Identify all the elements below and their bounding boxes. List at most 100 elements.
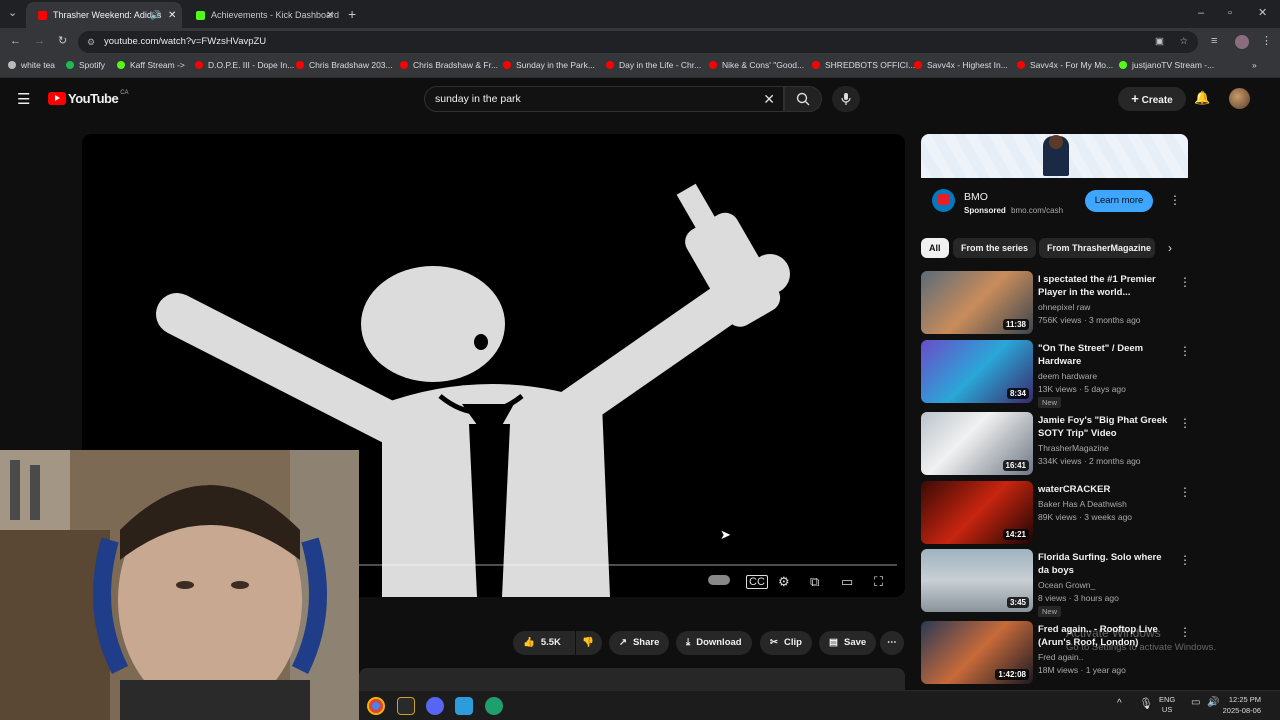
app-icon-dark[interactable]	[397, 697, 415, 715]
fullscreen-icon[interactable]: ⛶	[874, 574, 883, 590]
browser-menu-icon[interactable]: ⋮	[1261, 36, 1272, 47]
tab-search-icon[interactable]: ⌄	[8, 8, 17, 19]
dislike-button[interactable]: 👎	[576, 631, 602, 655]
video-more-icon[interactable]: ⋮	[1179, 553, 1191, 567]
youtube-logo[interactable]: YouTube CA	[48, 90, 129, 106]
bookmark-star-icon[interactable]: ☆	[1179, 31, 1188, 53]
install-icon[interactable]: ▣	[1155, 31, 1164, 53]
ad-more-icon[interactable]: ⋮	[1169, 193, 1181, 207]
back-icon[interactable]: ←	[10, 36, 21, 47]
channel-name[interactable]: ohnepixel raw	[1038, 302, 1090, 312]
tab-kick[interactable]: Achievements - Kick Dashboard ✕	[184, 2, 342, 28]
bookmark-item[interactable]: Chris Bradshaw 203...	[296, 60, 393, 70]
channel-name[interactable]: Baker Has A Deathwish	[1038, 499, 1127, 509]
video-thumbnail[interactable]: 16:41	[921, 412, 1033, 475]
video-title[interactable]: waterCRACKER	[1038, 483, 1168, 496]
minimize-icon[interactable]: –	[1198, 8, 1204, 19]
maximize-icon[interactable]: ▫	[1228, 8, 1232, 19]
chip-all[interactable]: All	[921, 238, 949, 258]
bookmark-item[interactable]: Kaff Stream ->	[117, 60, 185, 70]
video-more-icon[interactable]: ⋮	[1179, 625, 1191, 639]
clock[interactable]: 12:25 PM 2025-08-06	[1221, 694, 1261, 716]
recommended-video[interactable]: 3:45 Florida Surfing. Solo where da boys O…	[921, 549, 1191, 617]
tray-mic-icon[interactable]: 🎙	[1139, 697, 1153, 710]
speaker-icon[interactable]: 🔊	[150, 10, 161, 21]
clear-search-icon[interactable]: ✕	[763, 87, 775, 111]
account-avatar[interactable]	[1229, 88, 1250, 109]
recommended-video[interactable]: 8:34 "On The Street" / Deem Hardware deem …	[921, 340, 1191, 408]
bookmark-item[interactable]: Savv4x - Highest In...	[914, 60, 1008, 70]
tab-thrasher[interactable]: Thrasher Weekend: Adidas 🔊 ✕	[26, 2, 182, 28]
share-button[interactable]: ↗ Share	[609, 631, 670, 655]
bookmark-item[interactable]: justjanoTV Stream -...	[1119, 60, 1214, 70]
video-title[interactable]: I spectated the #1 Premier Player in the…	[1038, 273, 1168, 299]
description-box[interactable]	[359, 668, 905, 690]
media-icon[interactable]: ≡	[1211, 36, 1217, 47]
channel-name[interactable]: deem hardware	[1038, 371, 1097, 381]
chip-from-the-series[interactable]: From the series	[953, 238, 1037, 258]
reload-icon[interactable]: ↻	[58, 36, 67, 47]
recommended-video[interactable]: 14:21 waterCRACKER Baker Has A Deathwish 89…	[921, 481, 1191, 545]
bookmark-item[interactable]: Chris Bradshaw & Fr...	[400, 60, 498, 70]
tray-chevron-icon[interactable]: ^	[1117, 698, 1122, 709]
volume-icon[interactable]: 🔊	[1207, 697, 1219, 708]
video-more-icon[interactable]: ⋮	[1179, 485, 1191, 499]
recommended-video[interactable]: 16:41 Jamie Foy's "Big Phat Greek SOTY Tr…	[921, 412, 1191, 476]
theater-mode-icon[interactable]: ▭	[841, 574, 853, 590]
miniplayer-icon[interactable]: ⧉	[810, 574, 819, 590]
recommended-video[interactable]: 11:38 I spectated the #1 Premier Player i…	[921, 271, 1191, 335]
video-thumbnail[interactable]: 3:45	[921, 549, 1033, 612]
bookmark-item[interactable]: D.O.P.E. III - Dope In...	[195, 60, 294, 70]
video-more-icon[interactable]: ⋮	[1179, 275, 1191, 289]
notifications-bell-icon[interactable]: 🔔	[1194, 90, 1210, 106]
close-window-icon[interactable]: ✕	[1258, 8, 1267, 19]
app-icon-f[interactable]	[455, 697, 473, 715]
autoplay-toggle[interactable]	[708, 575, 730, 585]
bookmark-item[interactable]: SHREDBOTS OFFICI...	[812, 60, 915, 70]
download-button[interactable]: ⤓ Download	[676, 631, 752, 655]
network-icon[interactable]: ▭	[1191, 697, 1200, 708]
video-thumbnail[interactable]: 11:38	[921, 271, 1033, 334]
video-thumbnail[interactable]: 1:42:08	[921, 621, 1033, 684]
video-title[interactable]: Florida Surfing. Solo where da boys	[1038, 551, 1168, 577]
save-button[interactable]: ▤ Save	[819, 631, 877, 655]
bookmark-item[interactable]: white tea	[8, 60, 55, 70]
url-input[interactable]: ⚙ youtube.com/watch?v=FWzsHVavpZU ▣ ☆	[78, 31, 1198, 53]
bookmark-item[interactable]: Nike & Cons' "Good...	[709, 60, 804, 70]
discord-app-icon[interactable]	[426, 697, 444, 715]
video-thumbnail[interactable]: 14:21	[921, 481, 1033, 544]
forward-icon[interactable]: →	[34, 36, 45, 47]
learn-more-button[interactable]: Learn more	[1085, 190, 1153, 212]
new-tab-button[interactable]: +	[348, 7, 356, 21]
video-more-icon[interactable]: ⋮	[1179, 416, 1191, 430]
video-title[interactable]: Jamie Foy's "Big Phat Greek SOTY Trip" V…	[1038, 414, 1168, 440]
chip-from-thrashermagazine[interactable]: From ThrasherMagazine	[1039, 238, 1155, 258]
chips-next-icon[interactable]: ›	[1168, 241, 1172, 255]
like-button[interactable]: 👍 5.5K	[513, 631, 575, 655]
bookmark-item[interactable]: Sunday in the Park...	[503, 60, 595, 70]
create-button[interactable]: + Create	[1118, 87, 1186, 111]
profile-avatar[interactable]	[1235, 35, 1249, 49]
hamburger-menu-icon[interactable]: ☰	[17, 90, 30, 108]
channel-name[interactable]: ThrasherMagazine	[1038, 443, 1109, 453]
bookmark-item[interactable]: Spotify	[66, 60, 105, 70]
bookmarks-overflow-icon[interactable]: »	[1252, 60, 1257, 70]
search-button[interactable]	[784, 86, 822, 112]
search-input[interactable]: sunday in the park ✕	[424, 86, 784, 112]
chrome-app-icon[interactable]	[367, 697, 385, 715]
bookmark-item[interactable]: Day in the Life - Chr...	[606, 60, 701, 70]
video-more-icon[interactable]: ⋮	[1179, 344, 1191, 358]
close-tab-icon[interactable]: ✕	[326, 10, 334, 21]
close-tab-icon[interactable]: ✕	[168, 10, 176, 21]
voice-search-button[interactable]	[832, 86, 860, 112]
captions-icon[interactable]: CC	[746, 575, 768, 589]
video-thumbnail[interactable]: 8:34	[921, 340, 1033, 403]
bookmark-item[interactable]: Savv4x - For My Mo...	[1017, 60, 1113, 70]
settings-gear-icon[interactable]: ⚙	[778, 574, 790, 590]
channel-name[interactable]: Ocean Grown_	[1038, 580, 1095, 590]
channel-name[interactable]: Fred again..	[1038, 652, 1083, 662]
more-actions-button[interactable]: ⋯	[880, 631, 904, 655]
app-icon-green[interactable]	[485, 697, 503, 715]
video-title[interactable]: "On The Street" / Deem Hardware	[1038, 342, 1168, 368]
language-indicator[interactable]: ENG US	[1159, 695, 1175, 715]
